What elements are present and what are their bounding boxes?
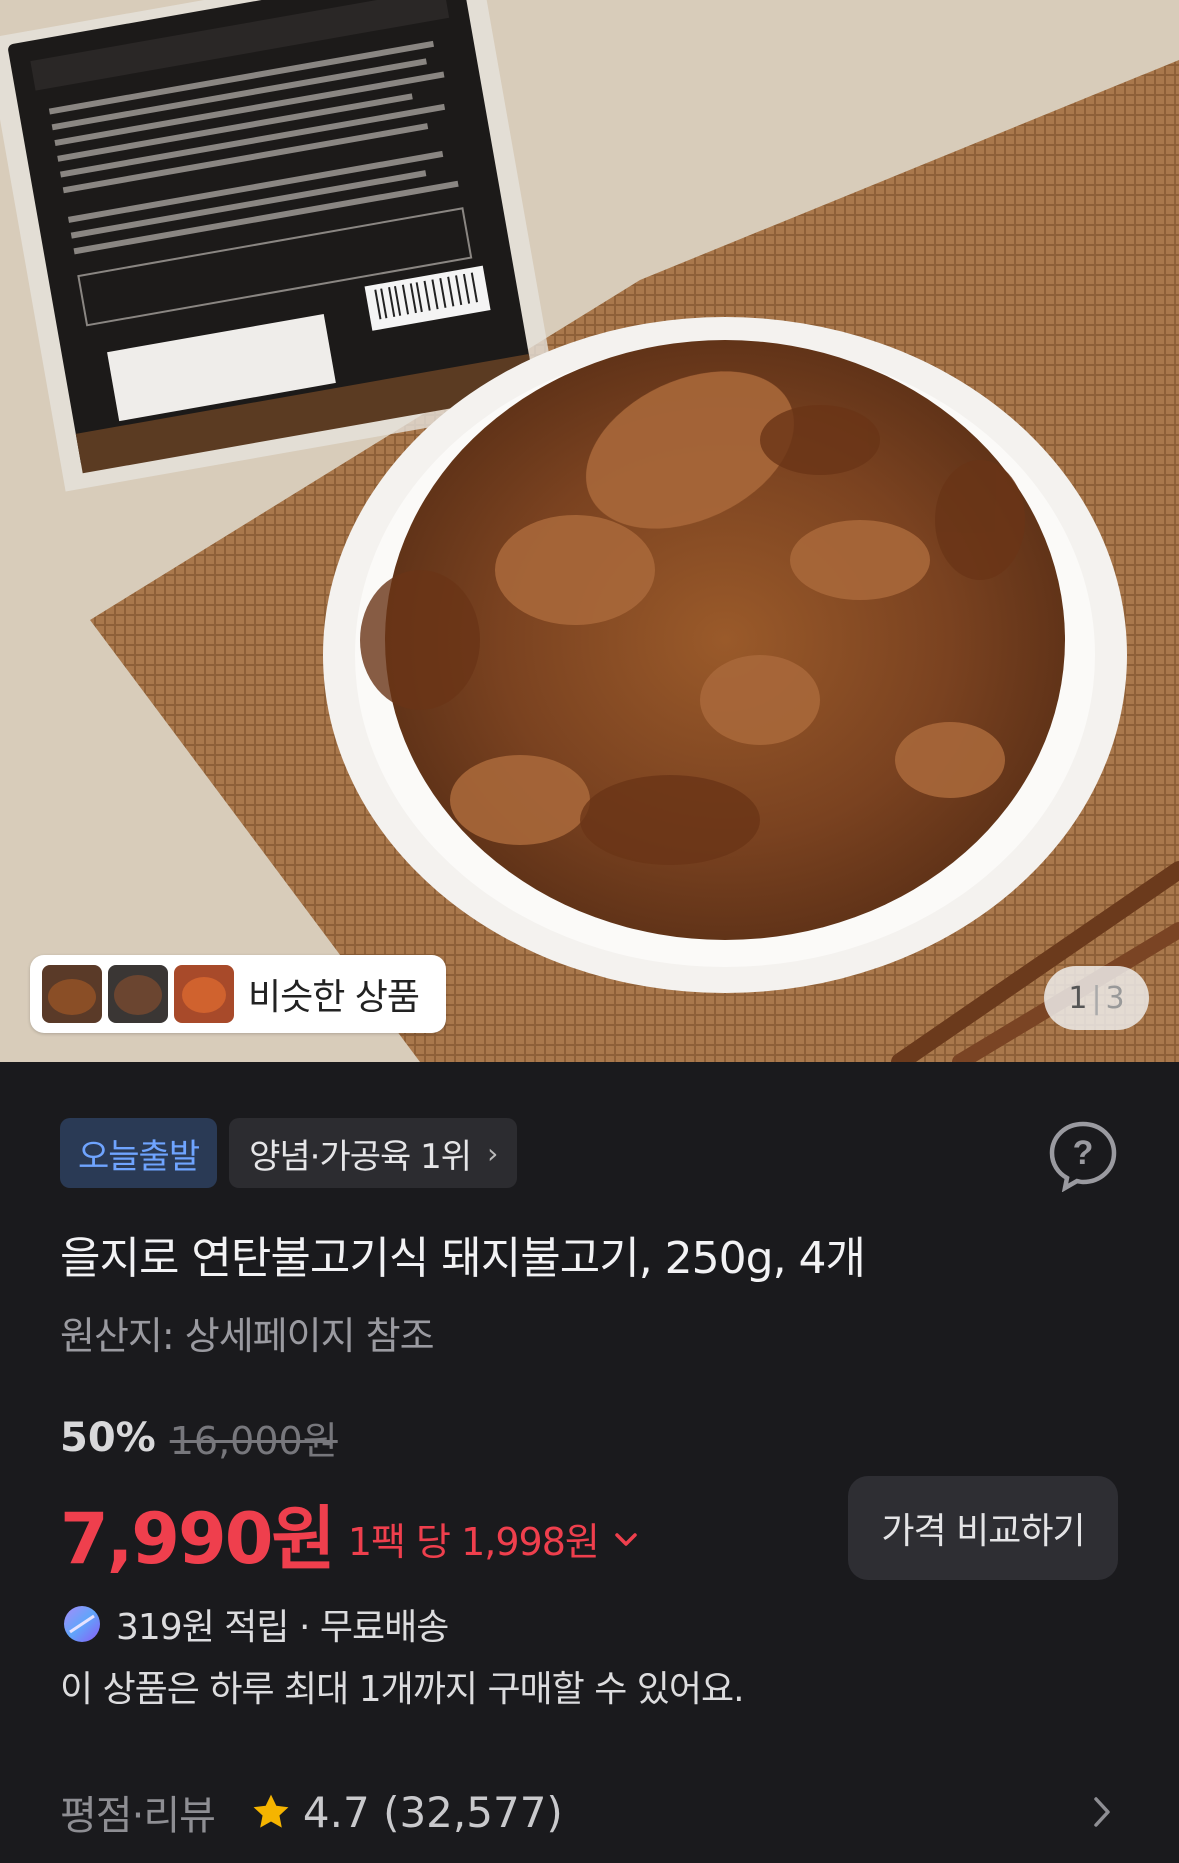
similar-products-button[interactable]: 비슷한 상품 (30, 955, 446, 1033)
pager-total: 3 (1105, 980, 1125, 1016)
purchase-limit-text: 이 상품은 하루 최대 1개까지 구매할 수 있어요. (60, 1669, 745, 1710)
category-rank-badge[interactable]: 양념·가공육 1위 › (229, 1118, 518, 1188)
reward-icon (64, 1606, 100, 1642)
reward-row: 319원 적립 · 무료배송 (60, 1598, 449, 1650)
chevron-right-icon: › (487, 1136, 498, 1170)
reward-shipping-text: 319원 적립 · 무료배송 (116, 1607, 449, 1648)
star-icon (253, 1794, 289, 1828)
product-origin: 원산지: 상세페이지 참조 (60, 1314, 435, 1358)
similar-thumb-2 (108, 965, 168, 1023)
similar-thumb-1 (42, 965, 102, 1023)
product-image[interactable]: 비슷한 상품 1 | 3 (0, 0, 1179, 1062)
chevron-right-icon[interactable] (1090, 1795, 1114, 1829)
sale-price: 7,990원 (60, 1498, 336, 1580)
today-shipping-badge: 오늘출발 (60, 1118, 218, 1188)
review-label: 평점·리뷰 (60, 1793, 216, 1839)
similar-products-label: 비슷한 상품 (248, 977, 420, 1018)
review-row[interactable]: 평점·리뷰 4.7 (32,577) (60, 1783, 563, 1841)
price-row: 7,990원 1팩 당 1,998원 (60, 1483, 639, 1584)
image-pager: 1 | 3 (1044, 966, 1149, 1030)
svg-text:?: ? (1073, 1134, 1094, 1172)
category-rank-label: 양념·가공육 1위 (249, 1136, 472, 1177)
pager-separator: | (1091, 980, 1102, 1016)
discount-rate: 50% (60, 1414, 156, 1461)
price-compare-button[interactable]: 가격 비교하기 (848, 1476, 1118, 1580)
product-title: 을지로 연탄불고기식 돼지불고기, 250g, 4개 (60, 1233, 866, 1284)
product-photo (0, 0, 1179, 1062)
badge-row: 오늘출발 양념·가공육 1위 › (60, 1118, 518, 1188)
help-icon[interactable]: ? (1046, 1118, 1120, 1192)
original-price: 16,000원 (169, 1419, 338, 1463)
chevron-down-icon[interactable] (613, 1527, 639, 1553)
discount-row: 50% 16,000원 (60, 1410, 338, 1465)
unit-price[interactable]: 1팩 당 1,998원 (348, 1511, 600, 1566)
rating-value: 4.7 (32,577) (302, 1787, 563, 1837)
similar-thumb-3 (174, 965, 234, 1023)
pager-current: 1 (1068, 980, 1088, 1016)
